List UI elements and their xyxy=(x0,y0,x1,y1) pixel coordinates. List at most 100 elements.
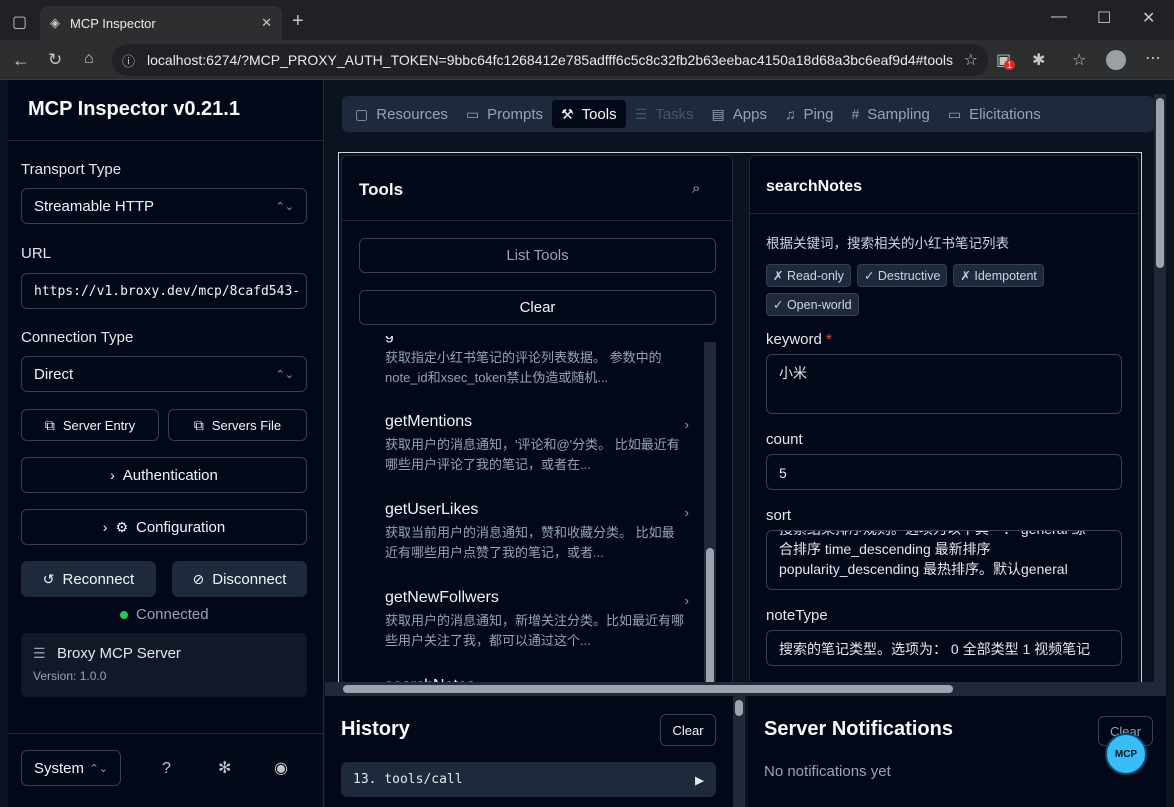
tab-tools[interactable]: ⚒ Tools xyxy=(552,100,626,128)
sort-label: sort xyxy=(766,507,792,524)
copy-icon: ⧉ xyxy=(44,416,55,433)
transport-type-value: Streamable HTTP xyxy=(34,197,155,215)
unplug-icon: ⊘ xyxy=(192,570,205,587)
server-icon: ☰ xyxy=(33,645,46,661)
browser-toolbar: ← ↻ ⌂ ⓘ localhost:6274/?MCP_PROXY_AUTH_T… xyxy=(0,40,1174,80)
count-input[interactable]: 5 xyxy=(766,454,1122,490)
rotate-icon: ↺ xyxy=(42,570,55,587)
scrollbar-thumb[interactable] xyxy=(735,700,743,716)
bug-icon[interactable]: ✻ xyxy=(218,758,231,778)
chevron-right-icon: › xyxy=(684,593,689,608)
tool-description: 获取用户的消息通知，'评论和@'分类。 比如最近有哪些用户评论了我的笔记，或者在… xyxy=(385,437,680,472)
sidebar: MCP Inspector v0.21.1 Transport Type Str… xyxy=(8,80,324,807)
scrollbar-thumb[interactable] xyxy=(706,548,714,684)
history-scrollbar[interactable] xyxy=(733,696,745,807)
url-input[interactable]: https://v1.broxy.dev/mcp/8cafd543- xyxy=(21,273,307,309)
list-icon: ☰ xyxy=(634,105,648,122)
count-label: count xyxy=(766,431,803,448)
configuration-button[interactable]: › ⚙ Configuration xyxy=(21,509,307,545)
clear-history-button[interactable]: Clear xyxy=(660,714,716,746)
history-panel: History Clear 13. tools/call ▶ xyxy=(325,696,745,807)
transport-type-select[interactable]: Streamable HTTP ⌃⌄ xyxy=(21,188,307,224)
tool-name: g xyxy=(385,336,685,344)
list-tools-label: List Tools xyxy=(506,247,569,264)
horizontal-scrollbar[interactable] xyxy=(325,682,1166,696)
page-scrollbar[interactable] xyxy=(1154,94,1166,684)
history-entry[interactable]: 13. tools/call ▶ xyxy=(341,762,716,797)
theme-select[interactable]: System ⌃⌄ xyxy=(21,750,121,786)
favorite-star-icon[interactable]: ☆ xyxy=(964,50,978,70)
profile-avatar[interactable] xyxy=(1106,50,1126,70)
connection-type-select[interactable]: Direct ⌃⌄ xyxy=(21,356,307,392)
keyword-label: keyword * xyxy=(766,331,832,348)
divider xyxy=(342,220,732,221)
tab-label: Ping xyxy=(803,105,834,123)
sort-textarea[interactable]: 搜索结果排序规则。选项为以下其一： general 综合排序 time_desc… xyxy=(766,530,1122,590)
browser-tab[interactable]: ◈ MCP Inspector ✕ xyxy=(40,6,282,40)
reconnect-button[interactable]: ↺ Reconnect xyxy=(21,561,156,597)
notetype-input[interactable]: 搜索的笔记类型。选项为： 0 全部类型 1 视频笔记 xyxy=(766,630,1122,666)
scrollbar-thumb[interactable] xyxy=(343,685,953,693)
tool-name: getNewFollwers xyxy=(385,589,499,606)
tab-elicitations[interactable]: ▭ Elicitations xyxy=(939,100,1050,128)
servers-file-button[interactable]: ⧉ Servers File xyxy=(168,409,307,441)
chevron-updown-icon: ⌃⌄ xyxy=(275,368,294,381)
tools-list-scrollbar[interactable] xyxy=(704,342,716,684)
server-info-card: ☰ Broxy MCP Server Version: 1.0.0 xyxy=(21,633,307,697)
tool-detail-description: 根据关键词，搜索相关的小红书笔记列表 xyxy=(766,236,1009,251)
tools-workspace: Tools ⌕ List Tools Clear g 获取指定小红书笔记的评论列… xyxy=(338,152,1142,686)
annotation-badge: ✗ Read-only xyxy=(766,264,851,287)
notetype-label: noteType xyxy=(766,607,828,624)
tab-label: Sampling xyxy=(867,105,930,123)
divider xyxy=(8,733,324,734)
favorites-icon[interactable]: ☆ xyxy=(1072,50,1086,70)
tool-item-getcomments[interactable]: g 获取指定小红书笔记的评论列表数据。 参数中的note_id和xsec_tok… xyxy=(385,336,685,388)
scrollbar-thumb[interactable] xyxy=(1156,98,1164,268)
tab-label: Tasks xyxy=(655,105,694,123)
tool-item-getnewfollowers[interactable]: getNewFollwers 获取用户的消息通知，新增关注分类。比如最近有哪些用… xyxy=(385,589,689,651)
server-entry-button[interactable]: ⧉ Server Entry xyxy=(21,409,159,441)
authentication-button[interactable]: › Authentication xyxy=(21,457,307,493)
tab-label: Prompts xyxy=(487,105,544,123)
close-tab-icon[interactable]: ✕ xyxy=(261,15,272,31)
tab-sampling[interactable]: # Sampling xyxy=(843,100,939,128)
message-icon: ▭ xyxy=(465,105,480,122)
chevron-updown-icon: ⌃⌄ xyxy=(275,200,294,213)
annotation-badge: ✗ Idempotent xyxy=(953,264,1044,287)
maximize-icon[interactable]: ☐ xyxy=(1097,8,1111,28)
help-icon[interactable]: ? xyxy=(162,760,171,778)
new-tab-icon[interactable]: + xyxy=(292,10,304,33)
tab-actions-icon[interactable]: ▢ xyxy=(12,12,27,32)
home-icon[interactable]: ⌂ xyxy=(84,50,94,68)
count-value: 5 xyxy=(779,465,787,481)
play-icon[interactable]: ▶ xyxy=(695,771,704,789)
back-icon[interactable]: ← xyxy=(12,50,30,71)
tool-item-getmentions[interactable]: getMentions 获取用户的消息通知，'评论和@'分类。 比如最近有哪些用… xyxy=(385,413,689,475)
connection-type-label: Connection Type xyxy=(21,329,134,346)
notifications-panel: Server Notifications Clear No notificati… xyxy=(748,696,1166,807)
clear-tools-button[interactable]: Clear xyxy=(359,290,716,325)
keyword-input[interactable]: 小米 xyxy=(766,354,1122,414)
close-window-icon[interactable]: ✕ xyxy=(1142,8,1155,28)
tab-prompts[interactable]: ▭ Prompts xyxy=(457,100,552,128)
list-tools-button[interactable]: List Tools xyxy=(359,238,716,273)
chevron-right-icon: › xyxy=(102,519,108,535)
browser-tab-strip: ▢ ◈ MCP Inspector ✕ + — ☐ ✕ xyxy=(0,0,1174,40)
address-bar[interactable]: ⓘ localhost:6274/?MCP_PROXY_AUTH_TOKEN=9… xyxy=(112,44,988,76)
more-menu-icon[interactable]: ⋯ xyxy=(1145,48,1161,68)
puzzle-icon[interactable]: ✱ xyxy=(1032,50,1045,70)
info-icon[interactable]: ⓘ xyxy=(122,51,135,70)
tab-ping[interactable]: ♫ Ping xyxy=(776,100,843,128)
refresh-icon[interactable]: ↻ xyxy=(48,50,62,70)
tab-resources[interactable]: ▢ Resources xyxy=(346,100,457,128)
disconnect-button[interactable]: ⊘ Disconnect xyxy=(172,561,307,597)
notetype-value: 搜索的笔记类型。选项为： 0 全部类型 1 视频笔记 xyxy=(779,641,1091,657)
extension-badge: 1 xyxy=(1004,60,1016,70)
search-icon[interactable]: ⌕ xyxy=(692,180,700,197)
github-icon[interactable]: ◉ xyxy=(274,758,288,778)
tool-item-getuserlikes[interactable]: getUserLikes 获取当前用户的消息通知，赞和收藏分类。 比如最近有哪些… xyxy=(385,501,689,563)
tool-annotations: ✗ Read-only ✓ Destructive ✗ Idempotent ✓ Op… xyxy=(766,264,1076,322)
minimize-icon[interactable]: — xyxy=(1051,8,1067,26)
copy-icon: ⧉ xyxy=(193,416,204,433)
tab-apps[interactable]: ▤ Apps xyxy=(703,100,776,128)
